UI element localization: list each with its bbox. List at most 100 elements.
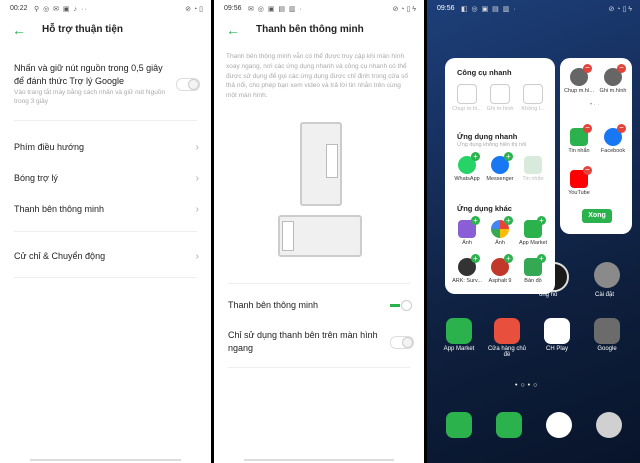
home-play-store[interactable]: CH Play bbox=[537, 318, 577, 352]
divider bbox=[14, 231, 197, 232]
status-right-icons: ⊘ ◔ ▯ bbox=[185, 6, 203, 13]
divider bbox=[228, 367, 410, 368]
facebook-icon: − bbox=[604, 124, 626, 146]
sidebar-preview-panel: − Chụp m.hì... − Ghi m.hình • · · − Tin … bbox=[560, 58, 632, 234]
back-arrow-icon[interactable]: ← bbox=[226, 22, 240, 38]
toggle-label: Chỉ sử dụng thanh bên trên màn hình ngan… bbox=[228, 330, 378, 353]
app-label: WhatsApp bbox=[454, 176, 480, 182]
tool-label: Ghi m.hình bbox=[599, 88, 627, 94]
tool-label: Chụp m.hì... bbox=[564, 88, 594, 94]
home-indicator bbox=[244, 459, 394, 461]
panel-app-facebook[interactable]: − Facebook bbox=[596, 124, 630, 154]
quick-apps-subtitle: Ứng dụng không hiển thị nổi bbox=[457, 142, 527, 148]
app-label: Messenger bbox=[486, 176, 514, 182]
status-icons: ◧ ◎ ▣ ▤ ▥ · bbox=[461, 6, 517, 13]
description-text: Thanh bên thông minh vẫn có thể được tru… bbox=[226, 53, 409, 99]
other-app-photos[interactable]: + Ảnh bbox=[450, 216, 484, 246]
toggle-label: Thanh bên thông minh bbox=[228, 300, 319, 310]
landscape-phone-illustration bbox=[278, 215, 362, 257]
status-time: 09:56 bbox=[224, 5, 242, 12]
app-market-icon: + bbox=[524, 216, 546, 238]
status-time: 00:22 bbox=[10, 5, 28, 12]
tool-label: Ghi m.hình bbox=[486, 106, 514, 112]
camera-icon[interactable] bbox=[596, 412, 622, 438]
app-label: Ảnh bbox=[462, 240, 472, 246]
quick-tool-dnd[interactable]: Không l... bbox=[516, 84, 550, 112]
settings-gear-icon[interactable] bbox=[594, 262, 620, 288]
app-label: Cửa hàng chủ đề bbox=[487, 346, 527, 358]
other-app-google-photos[interactable]: + Ảnh bbox=[483, 216, 517, 246]
status-bar: 09:56 ◧ ◎ ▣ ▤ ▥ · ⊘ ◔ ▯ ϟ bbox=[427, 0, 640, 18]
app-label: App Market bbox=[443, 346, 475, 352]
landscape-only-toggle-row: Chỉ sử dụng thanh bên trên màn hình ngan… bbox=[228, 329, 379, 354]
home-indicator bbox=[30, 459, 181, 461]
other-app-ark[interactable]: + ARK: Surv... bbox=[450, 254, 484, 284]
power-button-assistant-item[interactable]: Nhấn và giữ nút nguồn trong 0,5 giây để … bbox=[14, 62, 171, 106]
app-label: YouTube bbox=[568, 190, 590, 196]
home-page-dots: •○•○ bbox=[515, 382, 541, 389]
screen-smart-sidebar: 09:56 ✉ ◎ ▣ ▤ ▥ · ⊘ ◔ ▯ ϟ ← Thanh bên th… bbox=[214, 0, 424, 463]
smart-sidebar-toggle[interactable] bbox=[390, 300, 412, 311]
panel-app-youtube[interactable]: − YouTube bbox=[562, 166, 596, 196]
whatsapp-icon: + bbox=[458, 152, 480, 174]
sidebar-illustration bbox=[326, 144, 338, 178]
google-folder-icon bbox=[594, 318, 620, 344]
screen-record-icon bbox=[490, 84, 510, 104]
item-label: Thanh bên thông minh bbox=[14, 204, 105, 214]
done-button[interactable]: Xong bbox=[582, 209, 612, 223]
app-label: Tin nhắn bbox=[568, 148, 590, 154]
maps-icon: + bbox=[524, 254, 546, 276]
app-label: Google bbox=[597, 346, 617, 352]
settings-label: Cài đặt bbox=[595, 292, 615, 298]
divider bbox=[14, 120, 197, 121]
tool-label: Chụp m.hì... bbox=[452, 106, 482, 112]
quick-tools-title: Công cụ nhanh bbox=[457, 68, 512, 77]
panel-app-messages[interactable]: − Tin nhắn bbox=[562, 124, 596, 154]
app-label: Asphalt 9 bbox=[488, 278, 512, 284]
nav-keys-item[interactable]: Phím điều hướng bbox=[14, 142, 197, 152]
quick-tool-record[interactable]: Ghi m.hình bbox=[483, 84, 517, 112]
do-not-disturb-icon bbox=[523, 84, 543, 104]
status-right-icons: ⊘ ◔ ▯ ϟ bbox=[392, 6, 417, 13]
item-label: Phím điều hướng bbox=[14, 142, 84, 152]
app-label: ARK: Surv... bbox=[452, 278, 482, 284]
app-label: Facebook bbox=[600, 148, 626, 154]
landscape-only-toggle[interactable] bbox=[390, 336, 414, 349]
other-app-app-market[interactable]: + App Market bbox=[516, 216, 550, 246]
home-google-folder[interactable]: Google bbox=[587, 318, 627, 352]
messages-icon[interactable] bbox=[496, 412, 522, 438]
screen-convenience-assist: 00:22 ⚲ ◎ ✉ ▣ ♪ ·· ⊘ ◔ ▯ ← Hỗ trợ thuận … bbox=[0, 0, 211, 463]
chevron-right-icon: › bbox=[195, 173, 199, 184]
status-icons: ✉ ◎ ▣ ▤ ▥ · bbox=[248, 6, 303, 13]
gestures-item[interactable]: Cử chỉ & Chuyển động bbox=[14, 251, 197, 261]
quick-app-messages[interactable]: Tin nhắn bbox=[516, 156, 550, 182]
other-app-maps[interactable]: + Bản đồ bbox=[516, 254, 550, 284]
messages-icon: − bbox=[570, 124, 592, 146]
home-app-market[interactable]: App Market bbox=[439, 318, 479, 352]
home-theme-store[interactable]: Cửa hàng chủ đề bbox=[487, 318, 527, 358]
other-app-asphalt[interactable]: + Asphalt 9 bbox=[483, 254, 517, 284]
messages-icon bbox=[524, 156, 542, 174]
item-label: Nhấn và giữ nút nguồn trong 0,5 giây để … bbox=[14, 63, 163, 86]
screen-home-sidebar-editor: 09:56 ◧ ◎ ▣ ▤ ▥ · ⊘ ◔ ▯ ϟ ồng hồ Cài đặt… bbox=[427, 0, 640, 463]
smart-sidebar-item[interactable]: Thanh bên thông minh bbox=[14, 204, 197, 214]
chevron-right-icon: › bbox=[195, 204, 199, 215]
screenshot-icon bbox=[457, 84, 477, 104]
power-assistant-toggle[interactable] bbox=[176, 78, 200, 91]
quick-app-messenger[interactable]: + Messenger bbox=[483, 152, 517, 182]
app-label: Bản đồ bbox=[524, 278, 542, 284]
app-label: App Market bbox=[518, 240, 548, 246]
app-market-icon bbox=[446, 318, 472, 344]
panel-tool-screenshot[interactable]: − Chụp m.hì... bbox=[562, 64, 596, 95]
back-arrow-icon[interactable]: ← bbox=[12, 22, 26, 38]
assist-ball-item[interactable]: Bóng trợ lý bbox=[14, 173, 197, 183]
panel-tool-record[interactable]: − Ghi m.hình bbox=[596, 64, 630, 95]
phone-icon[interactable] bbox=[446, 412, 472, 438]
app-label: CH Play bbox=[545, 346, 568, 352]
quick-apps-title: Ứng dụng nhanh bbox=[457, 132, 518, 141]
quick-app-whatsapp[interactable]: + WhatsApp bbox=[450, 152, 484, 182]
chrome-icon[interactable] bbox=[546, 412, 572, 438]
gallery-icon: + bbox=[458, 216, 480, 238]
app-label: Ảnh bbox=[495, 240, 505, 246]
quick-tool-screenshot[interactable]: Chụp m.hì... bbox=[450, 84, 484, 112]
